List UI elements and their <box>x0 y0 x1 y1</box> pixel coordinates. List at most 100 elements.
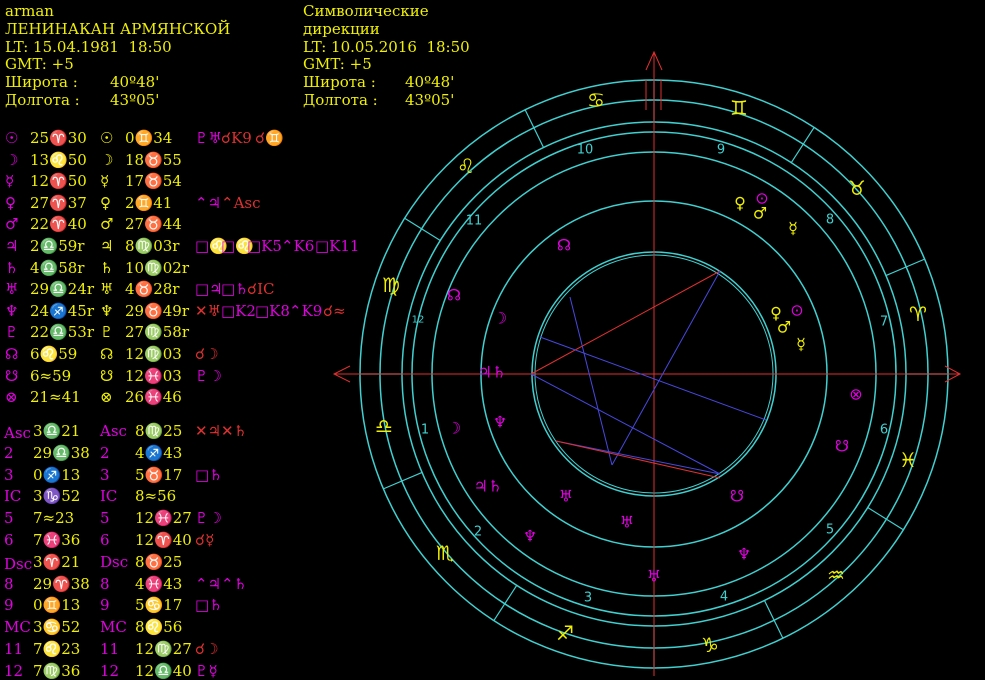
house-number: 9 <box>717 143 725 158</box>
directed-house-label: Dsc <box>100 552 129 571</box>
natal-planet-position: 21≈41 <box>30 388 81 407</box>
house-cusp-line <box>763 600 784 639</box>
aspect-entry: □♄ <box>221 280 249 299</box>
directed-planet-glyph: ♄ <box>100 258 114 277</box>
zodiac-sign-icon: ♈ <box>909 302 927 326</box>
house-number: 2 <box>474 525 482 540</box>
natal-place: ЛЕНИНАКАН АРМЯНСКОЙ <box>5 20 231 38</box>
aspect-entry: □♄ <box>195 596 223 615</box>
natal-planet-glyph: ♅ <box>5 280 19 299</box>
planet-glyph-icon: ☽ <box>493 309 507 328</box>
aspect-entry: ☌☽ <box>195 640 219 658</box>
mc-arrow-icon <box>645 50 663 71</box>
planet-glyph-icon: ♆ <box>523 527 537 546</box>
directed-planet-position: 0♊34 <box>125 129 173 147</box>
directed-house-label: IC <box>100 487 118 506</box>
dsc-arrow-icon <box>944 365 962 383</box>
aspect-line <box>569 296 613 466</box>
directed-planet-position: 4♉28r <box>125 280 180 299</box>
directed-planet-glyph: ☊ <box>100 345 114 363</box>
aspect-line <box>530 270 721 375</box>
natal-house-cusp: 29♈38 <box>33 574 90 593</box>
aspect-entry: ⌃♃ <box>195 193 222 212</box>
natal-house-cusp: 3♑52 <box>33 487 81 506</box>
house-number: 1 <box>421 423 429 438</box>
natal-planet-position: 22♈40 <box>30 215 87 234</box>
natal-house-cusp: 29♎38 <box>33 443 90 462</box>
planet-glyph-icon: ☿ <box>796 335 806 354</box>
aspect-entry: ♇☽ <box>195 366 222 385</box>
house-number: 4 <box>720 590 728 605</box>
planet-glyph-icon: ☋ <box>835 437 849 456</box>
asc-arrow-icon <box>332 365 351 383</box>
natal-planet-position: 24♐45r <box>30 301 95 320</box>
planet-glyph-icon: ⊙ <box>755 189 768 208</box>
natal-planet-position: 4♎58r <box>30 258 85 277</box>
natal-planet-position: 6♌59 <box>30 345 78 363</box>
directed-house-label: 2 <box>100 443 110 462</box>
planet-glyph-icon: ☊ <box>447 286 461 305</box>
house-cusp-line <box>524 109 545 148</box>
aspect-line <box>539 336 767 421</box>
natal-house-label: 2 <box>4 443 14 462</box>
directed-planet-position: 12♍03 <box>125 345 182 363</box>
planet-glyph-icon: ☿ <box>788 219 798 238</box>
natal-planet-position: 22♎53r <box>30 323 95 342</box>
natal-house-label: 9 <box>4 596 14 615</box>
directions-gmt: GMT: +5 <box>303 55 372 73</box>
directed-planet-glyph: ☉ <box>100 129 114 147</box>
aspect-entry: □K8 <box>255 301 290 320</box>
wheel-ring <box>531 251 777 497</box>
directions-title-2: дирекции <box>303 20 380 38</box>
directed-house-label: 3 <box>100 465 110 484</box>
natal-planet-position: 29♎24r <box>30 280 95 299</box>
planet-glyph-icon: ⊗ <box>849 385 862 404</box>
house-cusp-line <box>493 585 518 621</box>
directed-planet-glyph: ♇ <box>100 323 114 342</box>
zodiac-sign-icon: ♒ <box>827 563 845 587</box>
aspect-entry: ⌃♄ <box>221 574 248 593</box>
natal-planet-position: 27♈37 <box>30 193 87 212</box>
natal-planet-glyph: ☊ <box>5 345 19 363</box>
directed-planet-glyph: ♃ <box>100 237 114 255</box>
house-number: 10 <box>577 143 594 158</box>
planet-glyph-icon: ♆ <box>737 545 751 564</box>
aspect-entry: ✕♃ <box>195 422 222 440</box>
house-number: 6 <box>880 423 888 438</box>
natal-planet-glyph: ♄ <box>5 258 19 277</box>
natal-planet-glyph: ♂ <box>5 215 19 234</box>
aspect-line <box>555 440 721 475</box>
directed-planet-glyph: ♀ <box>100 193 111 212</box>
natal-planet-glyph: ♆ <box>5 301 19 320</box>
directed-planet-position: 27♍58r <box>125 323 190 342</box>
natal-house-cusp: 0♊13 <box>33 596 81 615</box>
natal-planet-position: 25♈30 <box>30 129 87 147</box>
aspect-entry: ⌃Asc <box>221 193 261 212</box>
zodiac-sign-icon: ♊ <box>730 96 748 120</box>
aspect-entry: ☌☽ <box>195 345 219 363</box>
natal-house-cusp: 7♌23 <box>33 640 81 658</box>
zodiac-sign-icon: ♍ <box>382 273 400 297</box>
zodiac-sign-icon: ♌ <box>457 154 475 178</box>
aspect-entry: ♇♅ <box>195 129 222 147</box>
wheel-ring <box>401 121 907 627</box>
wheel-ring <box>431 151 877 597</box>
wheel-ring <box>411 131 897 617</box>
natal-house-cusp: 7♍36 <box>33 661 81 680</box>
aspect-entry: ☌IC <box>247 280 275 299</box>
aspect-entry: ✕♅ <box>195 301 222 320</box>
directed-house-cusp: 12♓27 <box>135 509 192 528</box>
directed-planet-position: 26♓46 <box>125 388 182 407</box>
zodiac-sign-icon: ♏ <box>436 541 454 565</box>
zodiac-sign-icon: ♐ <box>556 621 574 645</box>
natal-house-cusp: 7♓36 <box>33 531 81 549</box>
directed-planet-glyph: ☿ <box>100 172 110 191</box>
planet-glyph-icon: ☽ <box>447 419 461 438</box>
house-cusp-line <box>867 507 904 531</box>
aspect-entry: ♇☽ <box>195 509 222 528</box>
directed-planet-position: 2♊41 <box>125 193 173 212</box>
directed-planet-position: 8♍03r <box>125 237 180 255</box>
house-cusp-line <box>790 127 815 163</box>
wheel-ring <box>379 99 929 649</box>
directed-planet-position: 17♉54 <box>125 172 182 191</box>
